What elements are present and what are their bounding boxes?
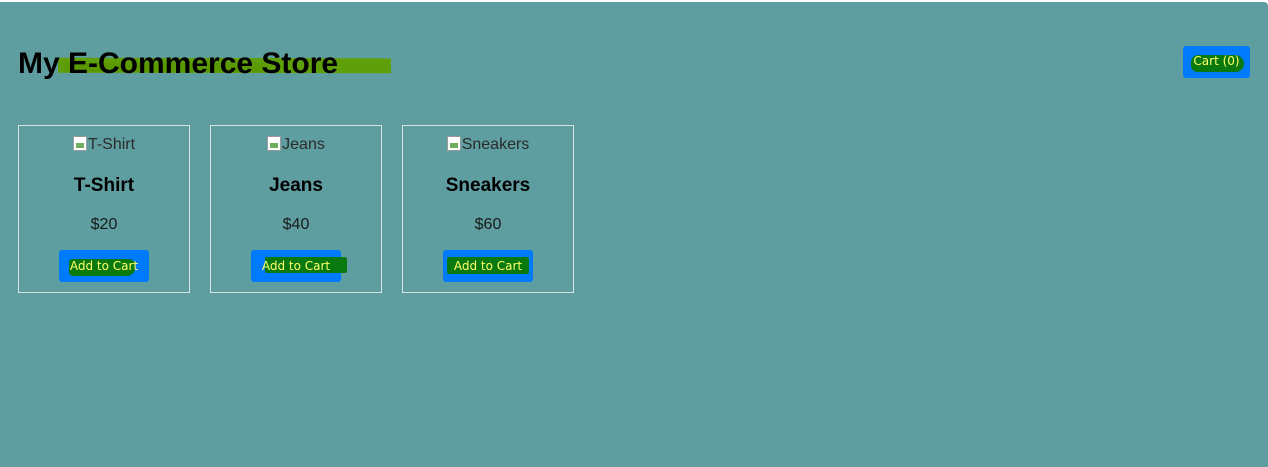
broken-image-icon bbox=[72, 136, 87, 151]
add-to-cart-button[interactable]: Add to Cart bbox=[59, 250, 149, 282]
product-price: $60 bbox=[474, 216, 502, 233]
add-to-cart-label: Add to Cart bbox=[261, 259, 331, 273]
broken-image-icon bbox=[267, 136, 282, 151]
page-title: My E-Commerce Store bbox=[18, 47, 339, 80]
header: My E-Commerce Store Cart (0) bbox=[18, 42, 1250, 86]
title-wrap: My E-Commerce Store bbox=[18, 42, 398, 86]
page: My E-Commerce Store Cart (0) T-Shirt T-S… bbox=[0, 2, 1268, 467]
product-name: Sneakers bbox=[445, 175, 531, 196]
cart-button[interactable]: Cart (0) bbox=[1183, 46, 1250, 78]
product-image-alt: Sneakers bbox=[461, 136, 530, 153]
product-image: T-Shirt bbox=[19, 136, 189, 154]
add-to-cart-label: Add to Cart bbox=[69, 259, 139, 273]
product-card: Jeans Jeans $40 Add to Cart bbox=[210, 125, 382, 293]
product-image-alt: Jeans bbox=[282, 136, 325, 153]
add-to-cart-label: Add to Cart bbox=[453, 259, 523, 273]
product-name: T-Shirt bbox=[73, 175, 135, 196]
product-card: T-Shirt T-Shirt $20 Add to Cart bbox=[18, 125, 190, 293]
add-to-cart-button[interactable]: Add to Cart bbox=[251, 250, 347, 282]
product-price: $20 bbox=[90, 216, 118, 233]
product-image: Sneakers bbox=[403, 136, 573, 154]
cart-button-label: Cart (0) bbox=[1193, 54, 1240, 68]
product-name: Jeans bbox=[269, 175, 323, 196]
product-image: Jeans bbox=[211, 136, 381, 154]
product-image-alt: T-Shirt bbox=[87, 136, 136, 153]
broken-image-icon bbox=[446, 136, 461, 151]
product-price: $40 bbox=[282, 216, 310, 233]
add-to-cart-button[interactable]: Add to Cart bbox=[443, 250, 533, 282]
product-card: Sneakers Sneakers $60 Add to Cart bbox=[402, 125, 574, 293]
